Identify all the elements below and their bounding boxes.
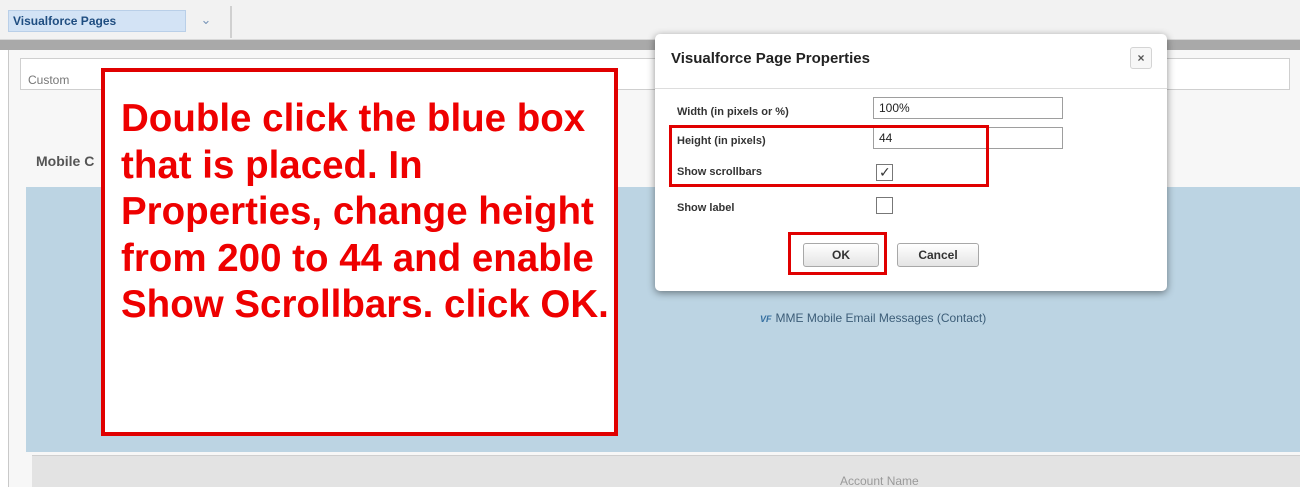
- width-field-label: Width (in pixels or %): [677, 106, 789, 118]
- dialog-divider: [655, 88, 1167, 89]
- instruction-text: Double click the blue box that is placed…: [121, 97, 609, 326]
- highlight-box-height-scrollbars: [669, 125, 989, 187]
- highlight-box-ok-button: [788, 232, 887, 275]
- close-icon[interactable]: ×: [1130, 47, 1152, 69]
- dialog-title: Visualforce Page Properties: [671, 50, 870, 67]
- palette-picker-label: Visualforce Pages: [13, 14, 117, 28]
- custom-section-label: Custom: [28, 73, 70, 87]
- account-name-field-label: Account Name: [840, 474, 919, 487]
- visualforce-icon: VF: [760, 314, 772, 324]
- show-label-checkbox[interactable]: [876, 197, 893, 214]
- fields-section: [32, 455, 1300, 487]
- chevron-down-icon[interactable]: ⌄: [186, 10, 226, 32]
- visualforce-page-item[interactable]: VF MME Mobile Email Messages (Contact): [760, 311, 986, 325]
- visualforce-page-item-label: MME Mobile Email Messages (Contact): [775, 311, 987, 325]
- show-label-label: Show label: [677, 202, 735, 214]
- mobile-section-label: Mobile C: [36, 153, 95, 169]
- width-input[interactable]: 100%: [873, 97, 1063, 119]
- cancel-button[interactable]: Cancel: [897, 243, 979, 267]
- instruction-callout: Double click the blue box that is placed…: [101, 68, 618, 436]
- toolbar-divider: [230, 6, 232, 38]
- palette-picker[interactable]: Visualforce Pages: [8, 10, 186, 32]
